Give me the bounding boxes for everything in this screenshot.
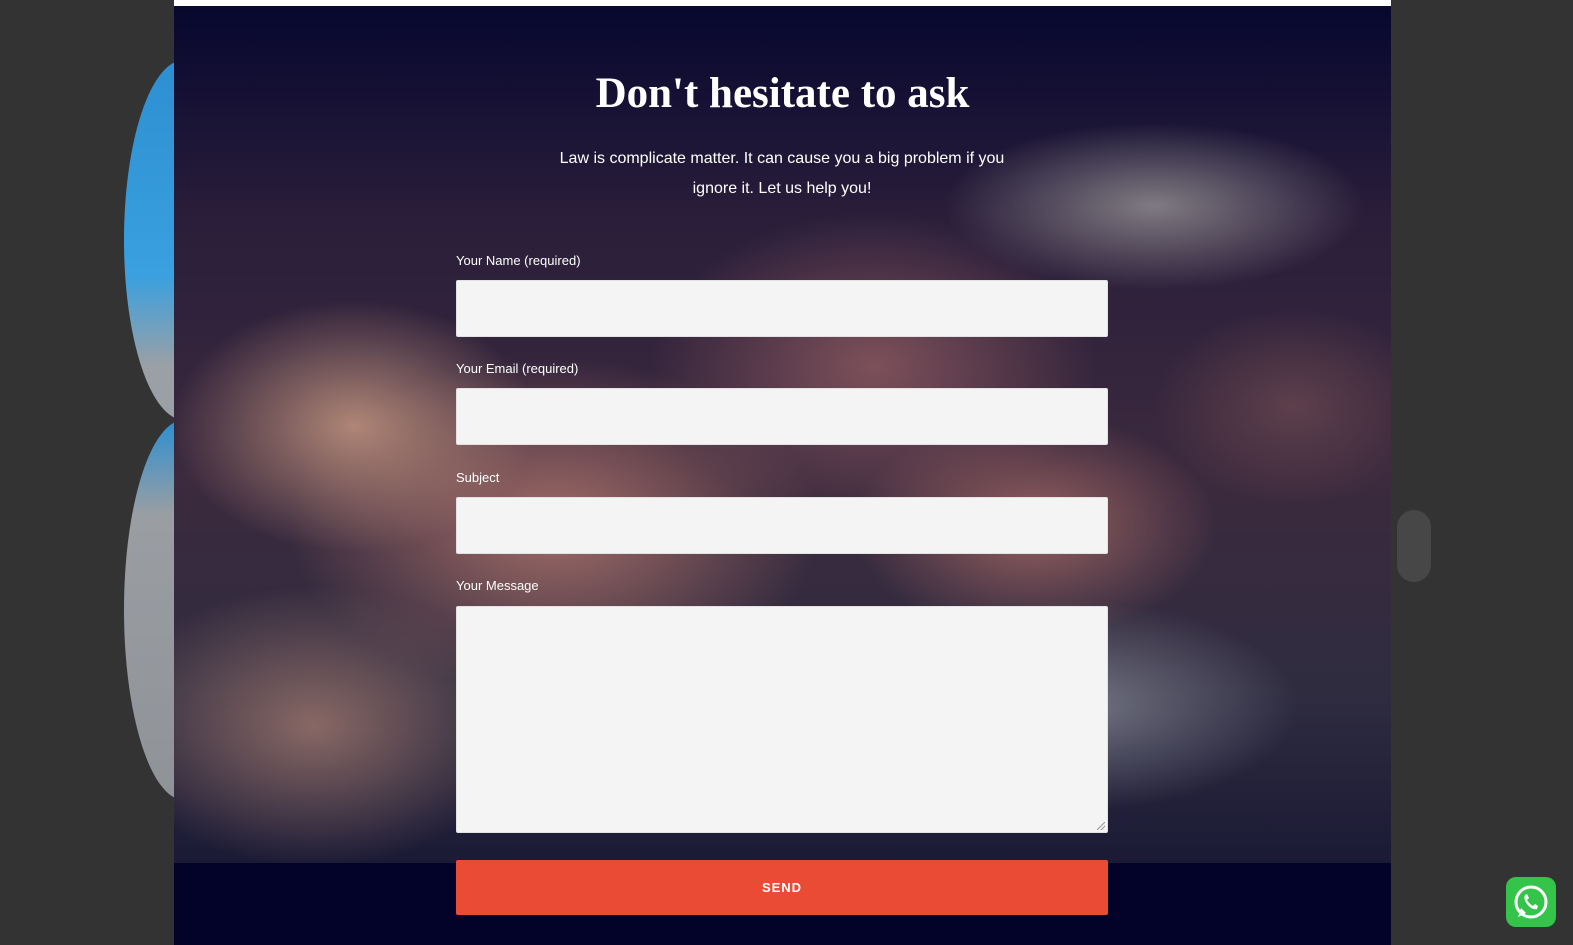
name-label: Your Name (required) [456, 253, 581, 268]
subject-label: Subject [456, 470, 500, 485]
message-label: Your Message [456, 578, 539, 593]
send-button[interactable]: SEND [456, 860, 1108, 915]
email-field[interactable] [456, 388, 1108, 445]
section-heading: Don't hesitate to ask [595, 70, 970, 117]
slider-handle[interactable] [1397, 510, 1431, 582]
name-field[interactable] [456, 280, 1108, 337]
resize-grip-icon[interactable] [1097, 822, 1105, 830]
subject-field[interactable] [456, 497, 1108, 554]
section-intro: Law is complicate matter. It can cause y… [559, 150, 1005, 197]
contact-section: Don't hesitate to ask Law is complicate … [174, 0, 1391, 945]
email-label: Your Email (required) [456, 361, 579, 376]
whatsapp-icon [1514, 885, 1548, 919]
page: Don't hesitate to ask Law is complicate … [0, 0, 1573, 945]
whatsapp-button[interactable] [1506, 877, 1556, 927]
message-field[interactable] [456, 606, 1108, 833]
